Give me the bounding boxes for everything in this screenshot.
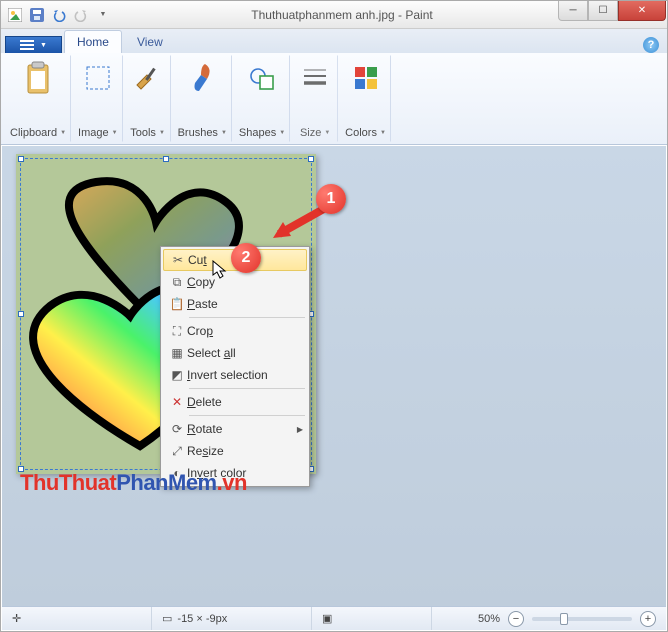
menu-invert-selection[interactable]: ◩ Invert selection: [163, 364, 307, 386]
copy-icon: ⧉: [167, 275, 187, 290]
group-colors-label: Colors: [345, 127, 377, 139]
status-selection-size: ▭ -15 × -9px: [152, 607, 312, 630]
chevron-down-icon: ▼: [60, 130, 66, 136]
ribbon: Clipboard▼ Image▼ Tools▼ Brushes▼ Shapes…: [1, 53, 667, 145]
resize-handle[interactable]: [18, 156, 24, 162]
resize-handle[interactable]: [163, 156, 169, 162]
shapes-icon: [244, 58, 280, 98]
cut-icon: ✂: [168, 253, 188, 267]
resize-icon: ⤢: [167, 444, 187, 459]
paste-icon: 📋: [167, 297, 187, 311]
chevron-down-icon: ▼: [221, 130, 227, 136]
group-colors[interactable]: Colors▼: [340, 55, 391, 142]
size-icon: [297, 58, 333, 98]
zoom-in-button[interactable]: +: [640, 611, 656, 627]
save-icon[interactable]: [29, 7, 45, 23]
rotate-icon: ⟳: [167, 422, 187, 436]
ribbon-tabs: ▼ Home View ?: [1, 29, 667, 53]
chevron-down-icon: ▼: [159, 130, 165, 136]
group-shapes-label: Shapes: [239, 127, 276, 139]
crop-icon: ⛶: [167, 324, 187, 339]
image-size-icon: ▣: [322, 612, 332, 625]
zoom-slider-thumb[interactable]: [560, 613, 568, 625]
group-shapes[interactable]: Shapes▼: [234, 55, 290, 142]
watermark: ThuThuatPhanMem.vn: [20, 470, 247, 496]
qat-dropdown-icon[interactable]: ▼: [95, 7, 111, 23]
status-position: ✛: [2, 607, 152, 630]
resize-handle[interactable]: [18, 311, 24, 317]
chevron-down-icon: ▼: [112, 130, 118, 136]
group-clipboard-label: Clipboard: [10, 127, 57, 139]
menu-crop[interactable]: ⛶ Crop: [163, 320, 307, 342]
tools-icon: [130, 58, 166, 98]
menu-rotate[interactable]: ⟳ Rotate ▶: [163, 418, 307, 440]
clipboard-icon: [20, 58, 56, 98]
group-clipboard[interactable]: Clipboard▼: [5, 55, 71, 142]
minimize-button[interactable]: ─: [558, 1, 588, 21]
menu-paste[interactable]: 📋 Paste: [163, 293, 307, 315]
app-window: ▼ Thuthuatphanmem anh.jpg - Paint ─ ☐ ✕ …: [0, 0, 668, 632]
submenu-arrow-icon: ▶: [297, 425, 303, 434]
status-bar: ✛ ▭ -15 × -9px ▣ 50% − +: [2, 606, 666, 630]
tab-view[interactable]: View: [124, 30, 176, 53]
zoom-out-button[interactable]: −: [508, 611, 524, 627]
resize-handle[interactable]: [308, 156, 314, 162]
group-tools[interactable]: Tools▼: [125, 55, 171, 142]
delete-icon: ✕: [167, 395, 187, 409]
selection-size-icon: ▭: [162, 612, 172, 625]
chevron-down-icon: ▼: [324, 130, 330, 136]
group-image-label: Image: [78, 127, 109, 139]
help-icon[interactable]: ?: [643, 37, 659, 53]
image-artboard[interactable]: 1 ✂ Cut ⧉ Copy 📋 Paste ⛶ Crop: [16, 154, 316, 474]
annotation-marker-1: 1: [316, 184, 346, 214]
title-bar: ▼ Thuthuatphanmem anh.jpg - Paint ─ ☐ ✕: [1, 1, 667, 29]
maximize-button[interactable]: ☐: [588, 1, 618, 21]
status-coords-value: -15 × -9px: [177, 613, 227, 625]
menu-resize[interactable]: ⤢ Resize: [163, 440, 307, 462]
undo-icon[interactable]: [51, 7, 67, 23]
file-menu-button[interactable]: ▼: [5, 36, 62, 53]
group-brushes-label: Brushes: [178, 127, 218, 139]
status-image-size: ▣: [312, 607, 432, 630]
group-tools-label: Tools: [130, 127, 156, 139]
group-image[interactable]: Image▼: [73, 55, 123, 142]
paint-app-icon: [7, 7, 23, 23]
crosshair-icon: ✛: [12, 612, 21, 625]
group-brushes[interactable]: Brushes▼: [173, 55, 232, 142]
zoom-slider[interactable]: [532, 617, 632, 621]
menu-copy[interactable]: ⧉ Copy: [163, 271, 307, 293]
annotation-marker-2: 2: [231, 243, 261, 273]
select-icon: [80, 58, 116, 98]
canvas-area[interactable]: 1 ✂ Cut ⧉ Copy 📋 Paste ⛶ Crop: [2, 146, 666, 606]
brush-icon: [184, 58, 220, 98]
chevron-down-icon: ▼: [40, 42, 47, 49]
tab-home[interactable]: Home: [64, 30, 122, 53]
menu-delete[interactable]: ✕ Delete: [163, 391, 307, 413]
zoom-value: 50%: [478, 613, 500, 625]
group-size-label: Size: [300, 127, 321, 139]
group-size[interactable]: Size▼: [292, 55, 338, 142]
invert-selection-icon: ◩: [167, 368, 187, 382]
context-menu: ✂ Cut ⧉ Copy 📋 Paste ⛶ Crop ▦: [160, 246, 310, 487]
select-all-icon: ▦: [167, 346, 187, 360]
chevron-down-icon: ▼: [380, 130, 386, 136]
colors-icon: [348, 58, 384, 98]
file-menu-icon: [20, 40, 34, 50]
menu-select-all[interactable]: ▦ Select all: [163, 342, 307, 364]
chevron-down-icon: ▼: [279, 130, 285, 136]
close-button[interactable]: ✕: [618, 1, 666, 21]
redo-icon[interactable]: [73, 7, 89, 23]
